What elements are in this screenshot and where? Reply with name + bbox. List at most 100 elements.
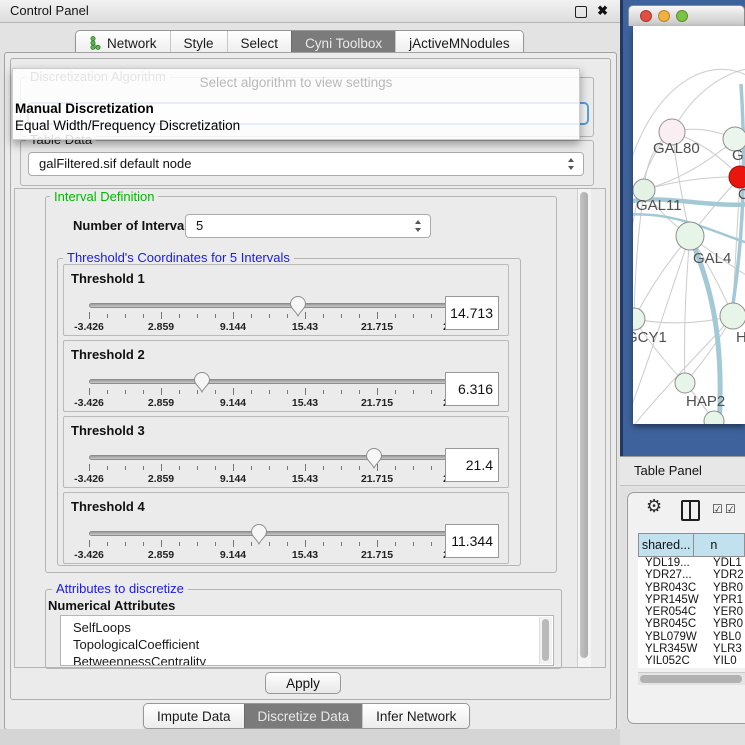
threshold-1-value-field[interactable]: 14.713 xyxy=(445,296,499,330)
network-node[interactable] xyxy=(676,222,704,250)
list-item[interactable]: BetweennessCentrality xyxy=(61,653,553,666)
table-row[interactable]: YDL19...YDL1 xyxy=(638,557,745,569)
table-cell: YLR345W xyxy=(638,643,704,655)
threshold-4-slider[interactable] xyxy=(89,531,449,536)
table-cell: YLR3 xyxy=(704,643,745,655)
zoom-traffic-light-icon[interactable] xyxy=(676,10,688,22)
dropdown-option-manual-discretization[interactable]: Manual Discretization xyxy=(15,101,154,116)
slider-scale-label: 9.144 xyxy=(220,549,246,561)
attributes-group-title: Attributes to discretize xyxy=(52,582,188,595)
slider-scale-label: -3.426 xyxy=(74,397,104,409)
table-row[interactable]: YBL079WYBL0 xyxy=(638,631,745,643)
table-cell: YDL19... xyxy=(638,557,704,569)
settings-vertical-scrollbar[interactable] xyxy=(577,189,591,667)
slider-scale-label: 9.144 xyxy=(220,397,246,409)
number-of-intervals-label: Number of Intervals xyxy=(73,218,195,233)
apply-button[interactable]: Apply xyxy=(265,672,341,694)
tab-impute-data[interactable]: Impute Data xyxy=(144,704,244,728)
scrollbar-thumb[interactable] xyxy=(580,192,588,658)
tab-select-label: Select xyxy=(241,36,279,51)
network-node-label: C xyxy=(738,186,745,203)
table-cell: YPR1 xyxy=(704,594,745,606)
network-view-canvas[interactable]: GAL80GCGAL11GAL4GCY1HHAP2 xyxy=(633,26,745,424)
checkbox-icon[interactable]: ☑ xyxy=(725,502,736,516)
network-edge xyxy=(634,236,690,319)
scrollbar-thumb[interactable] xyxy=(542,619,549,661)
node-table: shared... n YDL19...YDL1YDR27...YDR2YBR0… xyxy=(638,533,745,668)
table-row[interactable]: YLR345WYLR3 xyxy=(638,643,745,655)
threshold-2-block: Threshold 2 -3.4262.8599.14415.4321.7152… xyxy=(63,340,509,412)
slider-scale-label: 2.859 xyxy=(148,549,174,561)
table-rows: YDL19...YDL1YDR27...YDR2YBR043CYBR0YPR14… xyxy=(638,557,745,668)
network-edge xyxy=(633,69,745,174)
slider-scale-label: 15.43 xyxy=(292,397,318,409)
tab-infer-network[interactable]: Infer Network xyxy=(362,704,469,728)
slider-scale-label: 21.715 xyxy=(361,397,393,409)
slider-scale-label: 21.715 xyxy=(361,321,393,333)
list-item[interactable]: TopologicalCoefficient xyxy=(61,636,553,653)
algorithm-dropdown-popup: Select algorithm to view settings Manual… xyxy=(12,68,580,140)
network-window-titlebar xyxy=(628,5,745,26)
list-item[interactable]: SelfLoops xyxy=(61,616,553,636)
table-cell: YBR045C xyxy=(638,618,704,630)
table-panel-titlebar: Table Panel xyxy=(620,456,745,486)
table-row[interactable]: YPR145WYPR1 xyxy=(638,594,745,606)
slider-scale-label: 2.859 xyxy=(148,321,174,333)
table-cell: YER0 xyxy=(704,606,745,618)
column-header-name[interactable]: n xyxy=(694,534,744,556)
threshold-2-value-field[interactable]: 6.316 xyxy=(445,372,499,406)
tab-discretize-data-label: Discretize Data xyxy=(258,709,350,724)
dropdown-option-equal-width[interactable]: Equal Width/Frequency Discretization xyxy=(15,118,240,133)
threshold-4-value-field[interactable]: 11.344 xyxy=(445,524,499,558)
thresholds-group-title: Threshold's Coordinates for 5 Intervals xyxy=(63,251,294,264)
threshold-1-slider[interactable] xyxy=(89,303,449,308)
slider-scale-label: 9.144 xyxy=(220,473,246,485)
threshold-2-slider[interactable] xyxy=(89,379,449,384)
slider-scale-label: -3.426 xyxy=(74,549,104,561)
slider-scale-label: 15.43 xyxy=(292,321,318,333)
network-node[interactable] xyxy=(675,373,695,393)
network-node-label: G xyxy=(732,147,744,164)
table-row[interactable]: YBR043CYBR0 xyxy=(638,582,745,594)
table-cell: YIL052C xyxy=(638,655,704,667)
table-cell: YBL0 xyxy=(704,631,745,643)
slider-scale-label: 21.715 xyxy=(361,473,393,485)
numerical-attributes-list[interactable]: SelfLoops TopologicalCoefficient Between… xyxy=(60,615,554,666)
gear-icon[interactable]: ⚙ xyxy=(646,496,662,517)
slider-ticks xyxy=(89,388,450,397)
tab-discretize-data[interactable]: Discretize Data xyxy=(244,704,363,728)
table-row[interactable]: YBR045CYBR0 xyxy=(638,618,745,630)
split-columns-icon[interactable] xyxy=(681,500,700,521)
network-node[interactable] xyxy=(729,166,745,188)
number-of-intervals-value: 5 xyxy=(196,218,203,233)
table-data-select[interactable]: galFiltered.sif default node xyxy=(28,152,584,176)
number-of-intervals-select[interactable]: 5 xyxy=(185,214,431,238)
table-horizontal-scrollbar[interactable] xyxy=(638,672,745,685)
network-node[interactable] xyxy=(633,308,645,330)
close-traffic-light-icon[interactable] xyxy=(640,10,652,22)
table-row[interactable]: YDR27...YDR2 xyxy=(638,569,745,581)
network-node-label: GAL11 xyxy=(636,197,682,214)
dropdown-placeholder-item[interactable]: Select algorithm to view settings xyxy=(13,75,579,90)
minimize-traffic-light-icon[interactable] xyxy=(658,10,670,22)
threshold-3-block: Threshold 3 -3.4262.8599.14415.4321.7152… xyxy=(63,416,509,488)
threshold-3-value-field[interactable]: 21.4 xyxy=(445,448,499,482)
checkbox-icon[interactable]: ☑ xyxy=(712,502,723,516)
table-row[interactable]: YIL052CYIL0 xyxy=(638,655,745,667)
threshold-3-slider[interactable] xyxy=(89,455,449,460)
table-cell: YBR0 xyxy=(704,582,745,594)
table-cell: YBL079W xyxy=(638,631,704,643)
float-window-icon[interactable] xyxy=(575,6,587,18)
slider-ticks xyxy=(89,540,450,549)
table-data-selected-value: galFiltered.sif default node xyxy=(39,156,191,171)
table-row[interactable]: YER054CYER0 xyxy=(638,606,745,618)
close-icon[interactable]: ✖ xyxy=(597,0,608,22)
tab-impute-data-label: Impute Data xyxy=(157,709,231,724)
list-vertical-scrollbar[interactable] xyxy=(539,617,552,664)
slider-scale: -3.4262.8599.14415.4321.71528 xyxy=(89,321,450,333)
network-node[interactable] xyxy=(720,303,745,329)
network-icon xyxy=(89,36,102,50)
interval-definition-title: Interval Definition xyxy=(50,190,158,203)
scrollbar-thumb[interactable] xyxy=(640,675,742,683)
column-header-shared-name[interactable]: shared... xyxy=(639,534,694,556)
